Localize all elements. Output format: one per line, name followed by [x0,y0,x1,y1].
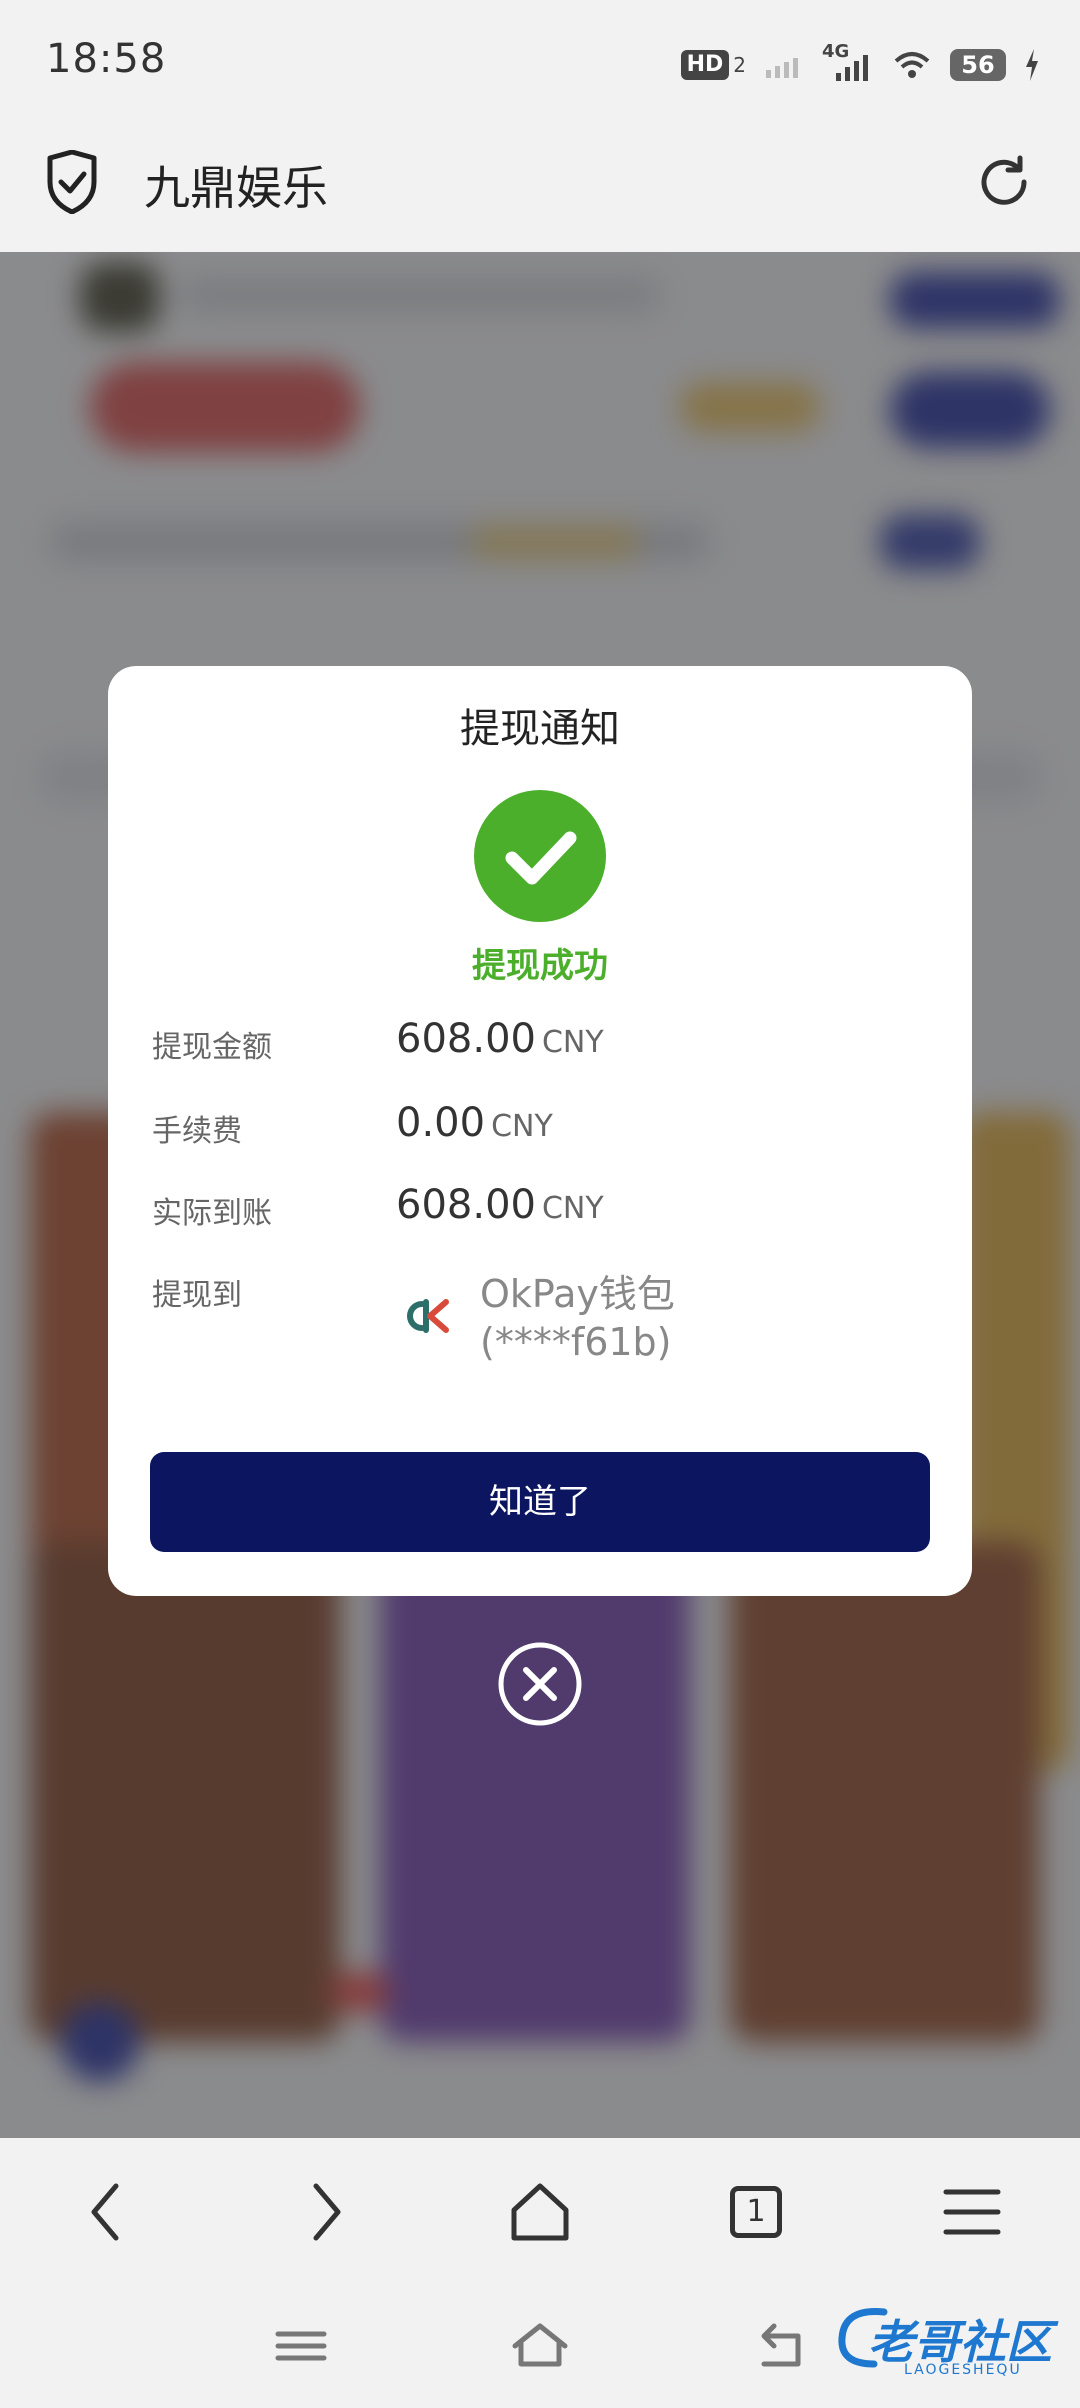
fee-number: 0.00 [396,1100,486,1146]
confirm-button[interactable]: 知道了 [150,1452,930,1552]
dragon-icon [838,2308,888,2368]
status-time: 18:58 [46,36,167,82]
success-check-icon [474,790,606,922]
shield-check-icon[interactable] [44,150,100,214]
amount-currency: CNY [541,1025,604,1060]
received-value: 608.00 CNY [396,1182,604,1228]
dialog-title: 提现通知 [460,706,620,752]
charging-icon [1026,49,1038,81]
signal-4g-icon: 4G [822,41,874,85]
withdrawal-notice-dialog: 提现通知 提现成功 提现金额 608.00 CNY 手续费 0.00 CNY 实际到… [108,666,972,1596]
status-bar: 18:58 HD 2 4G 56 [0,0,1080,120]
hd-sub: 2 [733,53,746,77]
battery-indicator: 56 [950,49,1006,81]
wallet-name: OkPay钱包 [480,1272,675,1316]
site-title[interactable]: 九鼎娱乐 [144,152,328,218]
success-status: 提现成功 [472,946,608,986]
watermark-subtext: LAOGESHEQU [904,2362,1022,2378]
wifi-icon [894,52,930,78]
forward-icon[interactable] [284,2172,364,2252]
refresh-icon[interactable] [974,152,1034,212]
destination-label: 提现到 [152,1278,242,1313]
close-icon[interactable] [496,1640,584,1728]
status-icons: HD 2 4G 56 [680,40,1040,90]
hd-badge: HD [680,50,730,80]
tab-count: 1 [730,2186,782,2238]
received-currency: CNY [541,1191,604,1226]
tabs-button[interactable]: 1 [716,2172,796,2252]
fee-value: 0.00 CNY [396,1100,553,1146]
system-back-icon[interactable] [744,2314,814,2378]
fee-currency: CNY [491,1109,553,1144]
amount-label: 提现金额 [152,1030,272,1065]
system-home-icon[interactable] [505,2314,575,2378]
system-nav-bar: 老哥社区 LAOGESHEQU [0,2284,1080,2408]
amount-number: 608.00 [396,1016,536,1062]
browser-address-bar: 九鼎娱乐 [0,120,1080,252]
amount-value: 608.00 CNY [396,1016,604,1062]
received-number: 608.00 [396,1182,536,1228]
browser-toolbar: 1 [0,2138,1080,2284]
watermark-logo: 老哥社区 LAOGESHEQU [834,2298,1064,2390]
wallet-info: OkPay钱包 (****f61b) [480,1270,675,1366]
recent-apps-icon[interactable] [266,2314,336,2378]
fee-label: 手续费 [152,1114,242,1149]
menu-icon[interactable] [932,2172,1012,2252]
back-icon[interactable] [68,2172,148,2252]
home-icon[interactable] [500,2172,580,2252]
received-label: 实际到账 [152,1196,272,1231]
wallet-account: (****f61b) [480,1320,672,1364]
okpay-logo-icon [407,1299,449,1333]
signal-weak-icon [766,58,798,78]
